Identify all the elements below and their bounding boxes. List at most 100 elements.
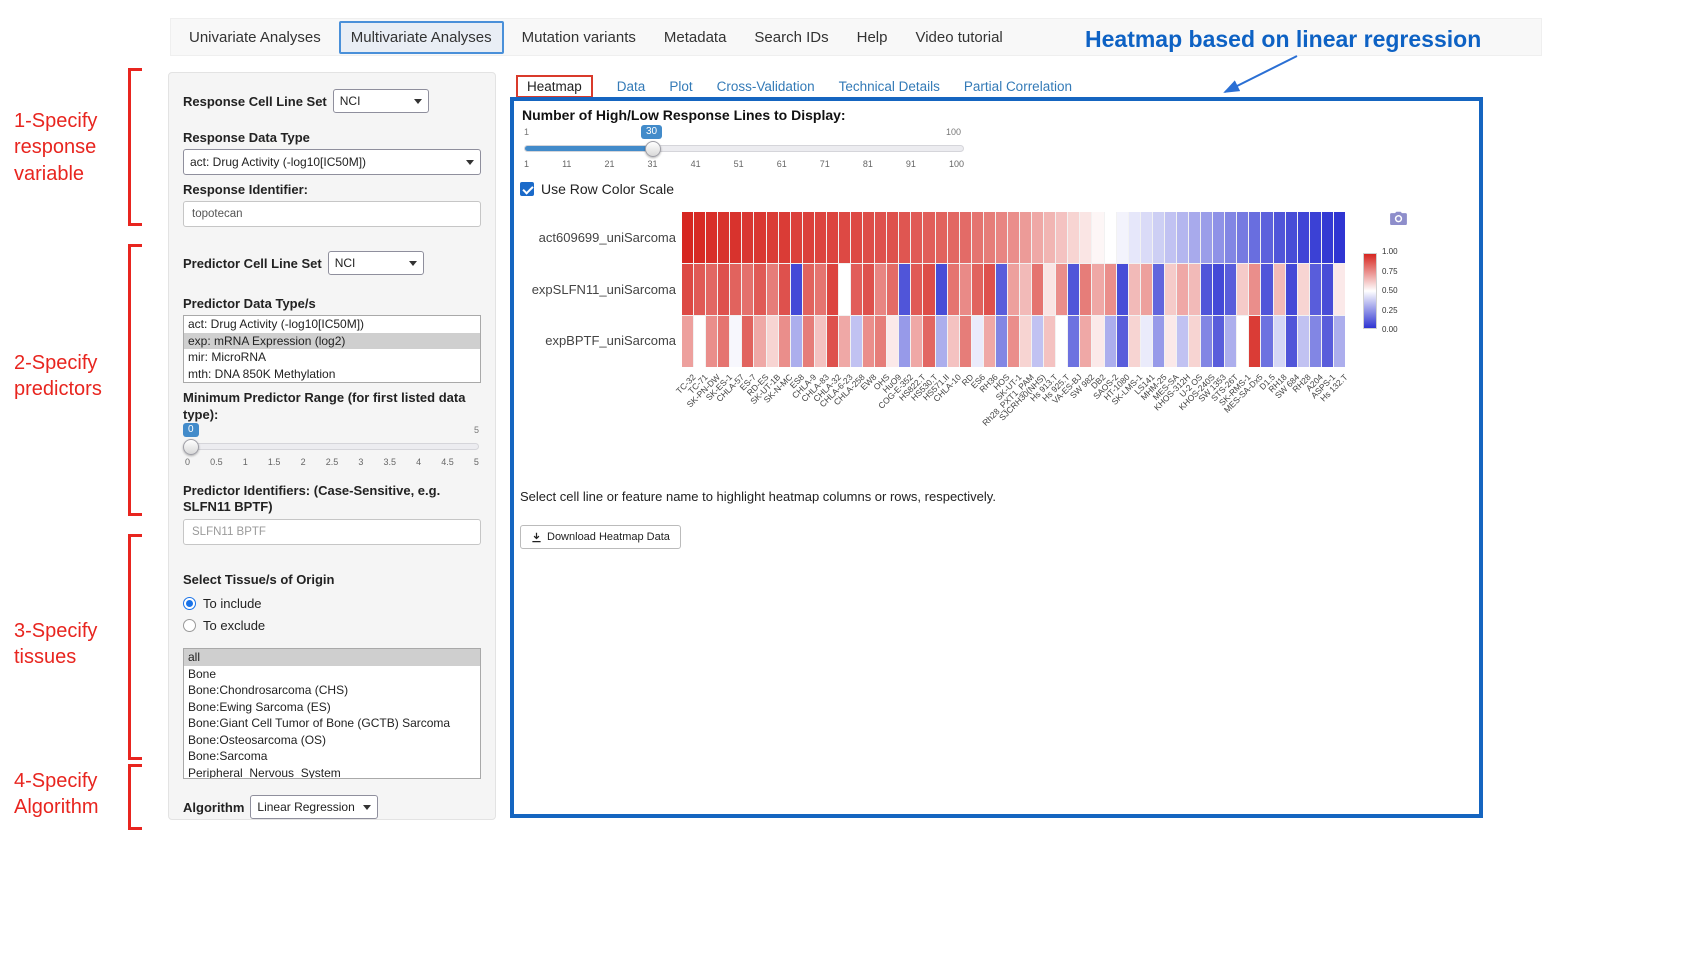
heatmap-cell[interactable] — [1201, 212, 1212, 263]
heatmap-cell[interactable] — [791, 212, 802, 263]
heatmap-cell[interactable] — [923, 212, 934, 263]
heatmap-cell[interactable] — [887, 264, 898, 315]
heatmap-cell[interactable] — [1286, 316, 1297, 367]
heatmap-cell[interactable] — [1092, 264, 1103, 315]
heatmap-cell[interactable] — [1322, 212, 1333, 263]
heatmap-cell[interactable] — [1020, 316, 1031, 367]
heatmap-cell[interactable] — [1286, 212, 1297, 263]
heatmap-cell[interactable] — [972, 316, 983, 367]
heatmap-cell[interactable] — [1044, 212, 1055, 263]
heatmap-cell[interactable] — [1334, 316, 1345, 367]
predictor-data-type-option[interactable]: exp: mRNA Expression (log2) — [184, 333, 480, 350]
heatmap-cell[interactable] — [682, 212, 693, 263]
tissue-option[interactable]: Bone:Sarcoma — [184, 748, 480, 765]
heatmap-cell[interactable] — [827, 212, 838, 263]
heatmap-cell[interactable] — [1225, 212, 1236, 263]
tissue-option[interactable]: Peripheral_Nervous_System — [184, 765, 480, 780]
heatmap-cell[interactable] — [754, 212, 765, 263]
algorithm-select[interactable]: Linear Regression — [250, 795, 378, 819]
tissue-option[interactable]: Bone:Osteosarcoma (OS) — [184, 732, 480, 749]
heatmap-cell[interactable] — [803, 212, 814, 263]
heatmap-cell[interactable] — [1032, 264, 1043, 315]
tab-technical-details[interactable]: Technical Details — [839, 79, 940, 94]
heatmap-cell[interactable] — [1105, 316, 1116, 367]
heatmap-cell[interactable] — [839, 264, 850, 315]
heatmap-cell[interactable] — [827, 316, 838, 367]
heatmap-cell[interactable] — [1080, 264, 1091, 315]
heatmap-cell[interactable] — [936, 264, 947, 315]
heatmap-cell[interactable] — [1080, 212, 1091, 263]
heatmap-cell[interactable] — [1261, 212, 1272, 263]
heatmap-cell[interactable] — [1213, 264, 1224, 315]
heatmap-cell[interactable] — [1249, 316, 1260, 367]
heatmap-cell[interactable] — [960, 264, 971, 315]
tab-data[interactable]: Data — [617, 79, 646, 94]
heatmap-cell[interactable] — [984, 212, 995, 263]
heatmap-cell[interactable] — [1177, 316, 1188, 367]
heatmap-cell[interactable] — [911, 212, 922, 263]
heatmap-cell[interactable] — [1298, 316, 1309, 367]
heatmap-cell[interactable] — [1008, 264, 1019, 315]
heatmap-cell[interactable] — [923, 264, 934, 315]
heatmap-cell[interactable] — [911, 264, 922, 315]
nav-help[interactable]: Help — [847, 23, 898, 52]
heatmap-cell[interactable] — [1310, 264, 1321, 315]
nav-video-tutorial[interactable]: Video tutorial — [905, 23, 1012, 52]
heatmap-cell[interactable] — [1092, 316, 1103, 367]
heatmap-cell[interactable] — [827, 264, 838, 315]
heatmap-cell[interactable] — [972, 212, 983, 263]
heatmap-cell[interactable] — [1129, 212, 1140, 263]
heatmap-cell[interactable] — [1298, 264, 1309, 315]
heatmap-cell[interactable] — [1020, 264, 1031, 315]
heatmap-cell[interactable] — [1237, 264, 1248, 315]
heatmap-cell[interactable] — [948, 316, 959, 367]
heatmap-cell[interactable] — [730, 316, 741, 367]
heatmap-cell[interactable] — [718, 212, 729, 263]
heatmap-cell[interactable] — [815, 264, 826, 315]
heatmap-cell[interactable] — [887, 316, 898, 367]
heatmap-row-label[interactable]: expBPTF_uniSarcoma — [514, 333, 676, 349]
heatmap-cell[interactable] — [948, 264, 959, 315]
heatmap-cell[interactable] — [1213, 212, 1224, 263]
heatmap-cell[interactable] — [851, 316, 862, 367]
lines-slider-handle[interactable] — [645, 141, 661, 157]
heatmap-cell[interactable] — [1044, 264, 1055, 315]
heatmap-row-label[interactable]: act609699_uniSarcoma — [514, 230, 676, 246]
heatmap-cell[interactable] — [863, 316, 874, 367]
heatmap-cell[interactable] — [1117, 212, 1128, 263]
heatmap-row-label[interactable]: expSLFN11_uniSarcoma — [514, 282, 676, 298]
heatmap-cell[interactable] — [1177, 264, 1188, 315]
heatmap-cell[interactable] — [899, 212, 910, 263]
heatmap-cell[interactable] — [1322, 316, 1333, 367]
heatmap-cell[interactable] — [899, 264, 910, 315]
heatmap-cell[interactable] — [1165, 316, 1176, 367]
heatmap-cell[interactable] — [1225, 264, 1236, 315]
heatmap-cell[interactable] — [1298, 212, 1309, 263]
heatmap-cell[interactable] — [767, 212, 778, 263]
heatmap-cell[interactable] — [1008, 212, 1019, 263]
nav-multivariate-analyses[interactable]: Multivariate Analyses — [339, 21, 504, 54]
heatmap-cell[interactable] — [851, 264, 862, 315]
heatmap-cell[interactable] — [1213, 316, 1224, 367]
response-identifier-input[interactable] — [183, 201, 481, 227]
heatmap-cell[interactable] — [1068, 264, 1079, 315]
heatmap-cell[interactable] — [1310, 212, 1321, 263]
heatmap-cell[interactable] — [996, 212, 1007, 263]
heatmap-cell[interactable] — [767, 316, 778, 367]
tissue-option[interactable]: Bone:Ewing Sarcoma (ES) — [184, 699, 480, 716]
camera-icon[interactable] — [1390, 211, 1407, 230]
heatmap-cell[interactable] — [791, 264, 802, 315]
heatmap-cell[interactable] — [730, 264, 741, 315]
tab-heatmap[interactable]: Heatmap — [516, 75, 593, 98]
tab-cross-validation[interactable]: Cross-Validation — [717, 79, 815, 94]
row-color-scale-checkbox[interactable]: Use Row Color Scale — [520, 181, 674, 197]
heatmap-cell[interactable] — [1310, 316, 1321, 367]
heatmap-cell[interactable] — [960, 212, 971, 263]
heatmap-cell[interactable] — [1165, 264, 1176, 315]
heatmap-cell[interactable] — [1008, 316, 1019, 367]
heatmap-cell[interactable] — [863, 212, 874, 263]
heatmap-cell[interactable] — [1322, 264, 1333, 315]
heatmap-cell[interactable] — [1201, 264, 1212, 315]
heatmap-cell[interactable] — [1032, 316, 1043, 367]
heatmap-cell[interactable] — [1032, 212, 1043, 263]
